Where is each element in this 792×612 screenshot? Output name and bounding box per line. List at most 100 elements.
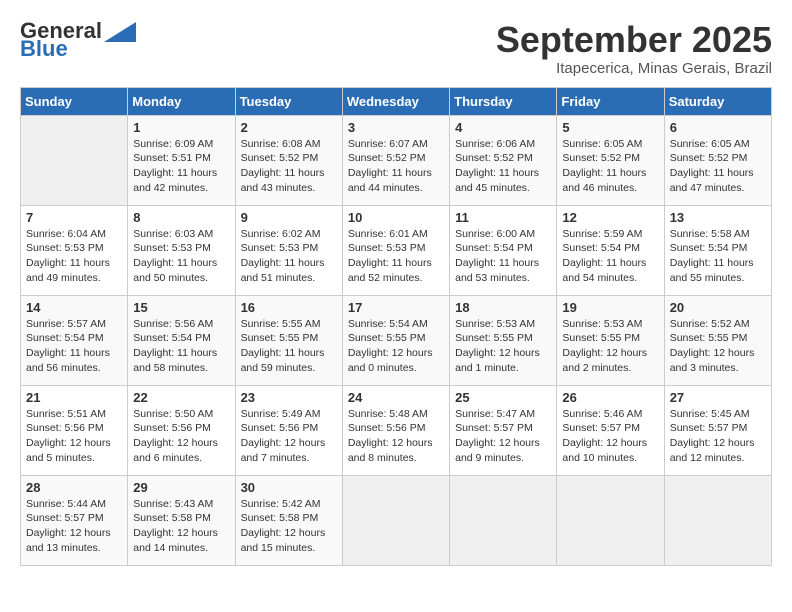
- day-info: Sunrise: 5:43 AM Sunset: 5:58 PM Dayligh…: [133, 497, 229, 556]
- weekday-header: Thursday: [450, 87, 557, 115]
- day-info: Sunrise: 5:56 AM Sunset: 5:54 PM Dayligh…: [133, 317, 229, 376]
- day-number: 4: [455, 120, 551, 135]
- day-number: 3: [348, 120, 444, 135]
- calendar-week-row: 7Sunrise: 6:04 AM Sunset: 5:53 PM Daylig…: [21, 205, 772, 295]
- calendar-cell: 26 Sunrise: 5:46 AM Sunset: 5:57 PM Dayli…: [557, 385, 664, 475]
- calendar-cell: 23Sunrise: 5:49 AM Sunset: 5:56 PM Dayli…: [235, 385, 342, 475]
- calendar-cell: 25 Sunrise: 5:47 AM Sunset: 5:57 PM Dayli…: [450, 385, 557, 475]
- day-info: Sunrise: 5:42 AM Sunset: 5:58 PM Dayligh…: [241, 497, 337, 556]
- day-number: 20: [670, 300, 766, 315]
- logo: General Blue: [20, 20, 136, 60]
- day-info: Sunrise: 5:49 AM Sunset: 5:56 PM Dayligh…: [241, 407, 337, 466]
- day-info: Sunrise: 6:03 AM Sunset: 5:53 PM Dayligh…: [133, 227, 229, 286]
- day-info: Sunrise: 5:57 AM Sunset: 5:54 PM Dayligh…: [26, 317, 122, 376]
- day-info: Sunrise: 5:52 AM Sunset: 5:55 PM Dayligh…: [670, 317, 766, 376]
- day-number: 13: [670, 210, 766, 225]
- calendar-week-row: 1Sunrise: 6:09 AM Sunset: 5:51 PM Daylig…: [21, 115, 772, 205]
- day-info: Sunrise: 5:53 AM Sunset: 5:55 PM Dayligh…: [562, 317, 658, 376]
- day-number: 9: [241, 210, 337, 225]
- calendar-cell: [21, 115, 128, 205]
- day-number: 21: [26, 390, 122, 405]
- calendar-table: SundayMondayTuesdayWednesdayThursdayFrid…: [20, 87, 772, 566]
- header-row: SundayMondayTuesdayWednesdayThursdayFrid…: [21, 87, 772, 115]
- calendar-cell: 12Sunrise: 5:59 AM Sunset: 5:54 PM Dayli…: [557, 205, 664, 295]
- day-info: Sunrise: 5:54 AM Sunset: 5:55 PM Dayligh…: [348, 317, 444, 376]
- calendar-cell: 6 Sunrise: 6:05 AM Sunset: 5:52 PM Daylig…: [664, 115, 771, 205]
- day-number: 2: [241, 120, 337, 135]
- calendar-cell: 11 Sunrise: 6:00 AM Sunset: 5:54 PM Dayli…: [450, 205, 557, 295]
- day-number: 22: [133, 390, 229, 405]
- day-info: Sunrise: 5:53 AM Sunset: 5:55 PM Dayligh…: [455, 317, 551, 376]
- calendar-cell: [342, 475, 449, 565]
- calendar-cell: 1Sunrise: 6:09 AM Sunset: 5:51 PM Daylig…: [128, 115, 235, 205]
- calendar-cell: 5 Sunrise: 6:05 AM Sunset: 5:52 PM Daylig…: [557, 115, 664, 205]
- calendar-week-row: 14 Sunrise: 5:57 AM Sunset: 5:54 PM Dayli…: [21, 295, 772, 385]
- day-number: 28: [26, 480, 122, 495]
- day-info: Sunrise: 5:59 AM Sunset: 5:54 PM Dayligh…: [562, 227, 658, 286]
- calendar-cell: 19 Sunrise: 5:53 AM Sunset: 5:55 PM Dayli…: [557, 295, 664, 385]
- calendar-cell: 14 Sunrise: 5:57 AM Sunset: 5:54 PM Dayli…: [21, 295, 128, 385]
- calendar-cell: 30 Sunrise: 5:42 AM Sunset: 5:58 PM Dayli…: [235, 475, 342, 565]
- day-info: Sunrise: 5:50 AM Sunset: 5:56 PM Dayligh…: [133, 407, 229, 466]
- day-number: 5: [562, 120, 658, 135]
- day-info: Sunrise: 6:05 AM Sunset: 5:52 PM Dayligh…: [562, 137, 658, 196]
- calendar-cell: 10Sunrise: 6:01 AM Sunset: 5:53 PM Dayli…: [342, 205, 449, 295]
- day-number: 10: [348, 210, 444, 225]
- day-number: 27: [670, 390, 766, 405]
- day-info: Sunrise: 6:02 AM Sunset: 5:53 PM Dayligh…: [241, 227, 337, 286]
- day-info: Sunrise: 6:00 AM Sunset: 5:54 PM Dayligh…: [455, 227, 551, 286]
- day-number: 19: [562, 300, 658, 315]
- day-info: Sunrise: 5:45 AM Sunset: 5:57 PM Dayligh…: [670, 407, 766, 466]
- calendar-cell: 9 Sunrise: 6:02 AM Sunset: 5:53 PM Daylig…: [235, 205, 342, 295]
- calendar-header: SundayMondayTuesdayWednesdayThursdayFrid…: [21, 87, 772, 115]
- weekday-header: Tuesday: [235, 87, 342, 115]
- day-info: Sunrise: 5:55 AM Sunset: 5:55 PM Dayligh…: [241, 317, 337, 376]
- calendar-cell: 4 Sunrise: 6:06 AM Sunset: 5:52 PM Daylig…: [450, 115, 557, 205]
- weekday-header: Monday: [128, 87, 235, 115]
- day-number: 30: [241, 480, 337, 495]
- calendar-week-row: 28 Sunrise: 5:44 AM Sunset: 5:57 PM Dayli…: [21, 475, 772, 565]
- calendar-cell: 28 Sunrise: 5:44 AM Sunset: 5:57 PM Dayli…: [21, 475, 128, 565]
- page-header: General Blue September 2025 Itapecerica,…: [20, 20, 772, 77]
- day-info: Sunrise: 6:07 AM Sunset: 5:52 PM Dayligh…: [348, 137, 444, 196]
- calendar-cell: 16 Sunrise: 5:55 AM Sunset: 5:55 PM Dayli…: [235, 295, 342, 385]
- calendar-cell: 18 Sunrise: 5:53 AM Sunset: 5:55 PM Dayli…: [450, 295, 557, 385]
- day-info: Sunrise: 5:44 AM Sunset: 5:57 PM Dayligh…: [26, 497, 122, 556]
- calendar-cell: 13 Sunrise: 5:58 AM Sunset: 5:54 PM Dayli…: [664, 205, 771, 295]
- day-number: 18: [455, 300, 551, 315]
- day-info: Sunrise: 6:06 AM Sunset: 5:52 PM Dayligh…: [455, 137, 551, 196]
- day-number: 8: [133, 210, 229, 225]
- calendar-cell: 20 Sunrise: 5:52 AM Sunset: 5:55 PM Dayli…: [664, 295, 771, 385]
- weekday-header: Friday: [557, 87, 664, 115]
- calendar-week-row: 21Sunrise: 5:51 AM Sunset: 5:56 PM Dayli…: [21, 385, 772, 475]
- calendar-cell: [664, 475, 771, 565]
- day-info: Sunrise: 6:09 AM Sunset: 5:51 PM Dayligh…: [133, 137, 229, 196]
- calendar-cell: 8 Sunrise: 6:03 AM Sunset: 5:53 PM Daylig…: [128, 205, 235, 295]
- day-number: 14: [26, 300, 122, 315]
- logo-blue: Blue: [20, 38, 68, 60]
- day-number: 6: [670, 120, 766, 135]
- day-info: Sunrise: 6:05 AM Sunset: 5:52 PM Dayligh…: [670, 137, 766, 196]
- day-number: 29: [133, 480, 229, 495]
- day-info: Sunrise: 6:08 AM Sunset: 5:52 PM Dayligh…: [241, 137, 337, 196]
- day-number: 11: [455, 210, 551, 225]
- day-info: Sunrise: 5:46 AM Sunset: 5:57 PM Dayligh…: [562, 407, 658, 466]
- calendar-cell: 15 Sunrise: 5:56 AM Sunset: 5:54 PM Dayli…: [128, 295, 235, 385]
- day-number: 25: [455, 390, 551, 405]
- day-number: 15: [133, 300, 229, 315]
- day-info: Sunrise: 6:04 AM Sunset: 5:53 PM Dayligh…: [26, 227, 122, 286]
- calendar-cell: 17 Sunrise: 5:54 AM Sunset: 5:55 PM Dayli…: [342, 295, 449, 385]
- calendar-cell: 2 Sunrise: 6:08 AM Sunset: 5:52 PM Daylig…: [235, 115, 342, 205]
- weekday-header: Saturday: [664, 87, 771, 115]
- day-info: Sunrise: 5:47 AM Sunset: 5:57 PM Dayligh…: [455, 407, 551, 466]
- day-info: Sunrise: 5:58 AM Sunset: 5:54 PM Dayligh…: [670, 227, 766, 286]
- calendar-subtitle: Itapecerica, Minas Gerais, Brazil: [496, 60, 772, 77]
- logo-icon: [104, 22, 136, 42]
- day-info: Sunrise: 5:48 AM Sunset: 5:56 PM Dayligh…: [348, 407, 444, 466]
- day-number: 26: [562, 390, 658, 405]
- day-number: 17: [348, 300, 444, 315]
- calendar-cell: 24Sunrise: 5:48 AM Sunset: 5:56 PM Dayli…: [342, 385, 449, 475]
- day-number: 16: [241, 300, 337, 315]
- calendar-title: September 2025: [496, 20, 772, 60]
- calendar-cell: [450, 475, 557, 565]
